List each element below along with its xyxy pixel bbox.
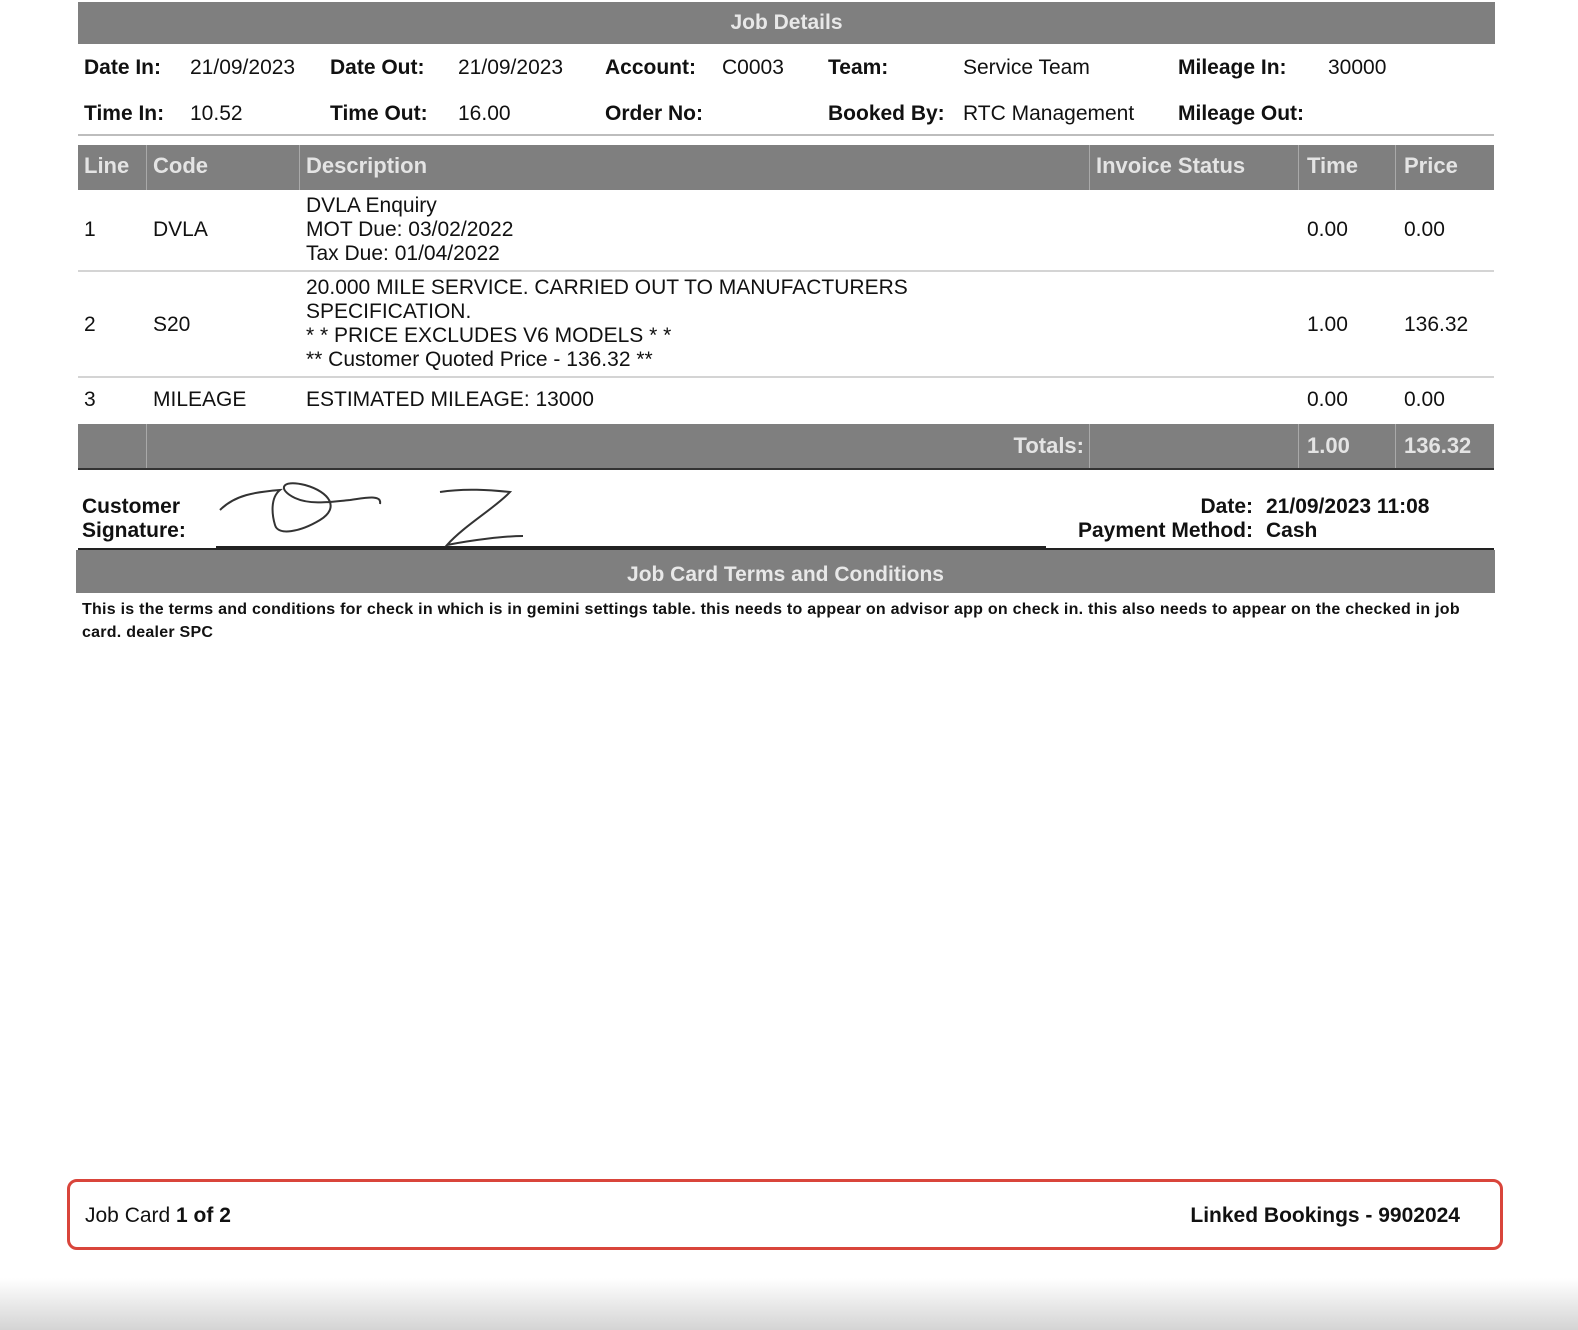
terms-text: This is the terms and conditions for che… [82,601,1460,641]
header-line: Line [84,153,130,178]
customer-signature [219,482,524,547]
date-in-label: Date In: [84,56,162,79]
column-separator [1395,145,1396,190]
column-separator [146,145,147,190]
row-price: 0.00 [1404,388,1445,411]
linked-bookings: Linked Bookings - 9902024 [1190,1204,1460,1227]
totals-label: Totals: [1013,433,1084,458]
payment-method-label: Payment Method: [1077,519,1253,542]
description-line: SPECIFICATION. [306,300,472,323]
table-header: Line Code Description Invoice Status Tim… [78,145,1494,190]
row-time: 1.00 [1307,313,1348,336]
description-line: MOT Due: 03/02/2022 [306,218,514,241]
time-out-value: 16.00 [458,102,511,125]
header-invoice-status: Invoice Status [1096,153,1246,178]
team-label: Team: [828,56,889,79]
account-label: Account: [605,56,696,79]
header-code: Code [153,153,208,178]
mileage-in-label: Mileage In: [1178,56,1287,79]
column-separator [1089,424,1090,468]
column-separator [1298,145,1299,190]
account-value: C0003 [722,56,784,79]
row-divider [78,376,1494,378]
totals-row: Totals: 1.00 136.32 [78,424,1494,470]
date-label: Date: [1200,495,1253,518]
column-separator [146,424,147,468]
description-line: Tax Due: 01/04/2022 [306,242,500,265]
booked-by-label: Booked By: [828,102,945,125]
job-details-title: Job Details [78,2,1495,44]
column-separator [299,145,300,190]
description-line: * * PRICE EXCLUDES V6 MODELS * * [306,324,672,347]
payment-method-value: Cash [1266,519,1318,542]
date-in-value: 21/09/2023 [190,56,296,79]
row-price: 136.32 [1404,313,1469,336]
totals-price: 136.32 [1404,433,1472,458]
row-line: 3 [84,388,96,411]
booked-by-value: RTC Management [963,102,1135,125]
row-code: S20 [153,313,191,336]
column-separator [1089,145,1090,190]
row-divider [78,270,1494,272]
column-separator [1298,424,1299,468]
footer-highlight: Job Card 1 of 2 Linked Bookings - 990202… [67,1179,1503,1250]
row-code: DVLA [153,218,208,241]
row-price: 0.00 [1404,218,1445,241]
date-out-value: 21/09/2023 [458,56,564,79]
header-description: Description [306,153,428,178]
column-separator [1395,424,1396,468]
team-value: Service Team [963,56,1090,79]
mileage-in-value: 30000 [1328,56,1387,79]
row-time: 0.00 [1307,388,1348,411]
time-in-value: 10.52 [190,102,243,125]
customer-signature-label: Customer Signature: [82,495,186,542]
order-no-label: Order No: [605,102,704,125]
row-code: MILEAGE [153,388,247,411]
date-value: 21/09/2023 11:08 [1266,495,1430,518]
row-line: 2 [84,313,96,336]
description-line: ** Customer Quoted Price - 136.32 ** [306,348,653,371]
header-price: Price [1404,153,1458,178]
row-description: 20.000 MILE SERVICE. CARRIED OUT TO MANU… [306,276,908,372]
details-divider [78,134,1494,136]
time-in-label: Time In: [84,102,165,125]
row-line: 1 [84,218,96,241]
description-line: 20.000 MILE SERVICE. CARRIED OUT TO MANU… [306,276,908,299]
row-description: DVLA Enquiry MOT Due: 03/02/2022 Tax Due… [306,194,513,266]
description-line: DVLA Enquiry [306,194,437,217]
date-out-label: Date Out: [330,56,425,79]
job-card-page-indicator: Job Card 1 of 2 [85,1204,231,1227]
row-time: 0.00 [1307,218,1348,241]
terms-title: Job Card Terms and Conditions [76,550,1495,593]
bottom-shade [0,1278,1578,1330]
time-out-label: Time Out: [330,102,428,125]
header-time: Time [1307,153,1358,178]
totals-time: 1.00 [1307,433,1350,458]
row-description: ESTIMATED MILEAGE: 13000 [306,388,594,412]
mileage-out-label: Mileage Out: [1178,102,1305,125]
description-line: ESTIMATED MILEAGE: 13000 [306,388,594,411]
